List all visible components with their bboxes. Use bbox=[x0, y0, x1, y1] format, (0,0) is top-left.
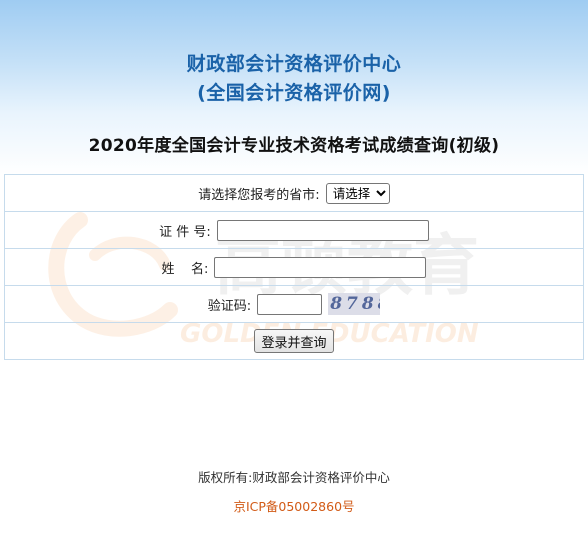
login-query-button[interactable]: 登录并查询 bbox=[254, 329, 334, 353]
name-row: 姓 名: bbox=[4, 248, 584, 286]
name-input[interactable] bbox=[214, 256, 427, 278]
exam-title: 2020年度全国会计专业技术资格考试成绩查询(初级) bbox=[88, 136, 500, 156]
id-label: 证 件 号: bbox=[159, 224, 211, 240]
footer-copyright: 版权所有:财政部会计资格评价中心 bbox=[198, 470, 390, 485]
name-label: 姓 名: bbox=[161, 261, 209, 277]
province-label: 请选择您报考的省市: bbox=[198, 187, 320, 203]
province-row: 请选择您报考的省市: 请选择 bbox=[4, 174, 584, 212]
page: 财政部会计资格评价中心 (全国会计资格评价网) 2020年度全国会计专业技术资格… bbox=[0, 0, 588, 535]
captcha-row: 验证码: 8788 bbox=[4, 285, 584, 323]
province-select[interactable]: 请选择 bbox=[325, 182, 390, 204]
id-row: 证 件 号: bbox=[4, 211, 584, 249]
id-number-input[interactable] bbox=[216, 219, 429, 241]
query-form: 请选择您报考的省市: 请选择 证 件 号: 姓 名: 验证码: 878 登录并查… bbox=[4, 174, 584, 360]
org-title: 财政部会计资格评价中心 (全国会计资格评价网) bbox=[0, 50, 588, 108]
captcha-label: 验证码: bbox=[207, 298, 252, 314]
org-subtitle: (全国会计资格评价网) bbox=[197, 82, 391, 104]
org-name: 财政部会计资格评价中心 bbox=[186, 53, 402, 75]
captcha-text: 8788 bbox=[330, 294, 380, 314]
footer-icp-link[interactable]: 京ICP备05002860号 bbox=[0, 496, 588, 515]
header-banner: 财政部会计资格评价中心 (全国会计资格评价网) 2020年度全国会计专业技术资格… bbox=[0, 0, 588, 175]
captcha-input[interactable] bbox=[257, 293, 323, 315]
submit-row: 登录并查询 bbox=[4, 322, 584, 360]
captcha-image[interactable]: 8788 bbox=[328, 293, 381, 315]
